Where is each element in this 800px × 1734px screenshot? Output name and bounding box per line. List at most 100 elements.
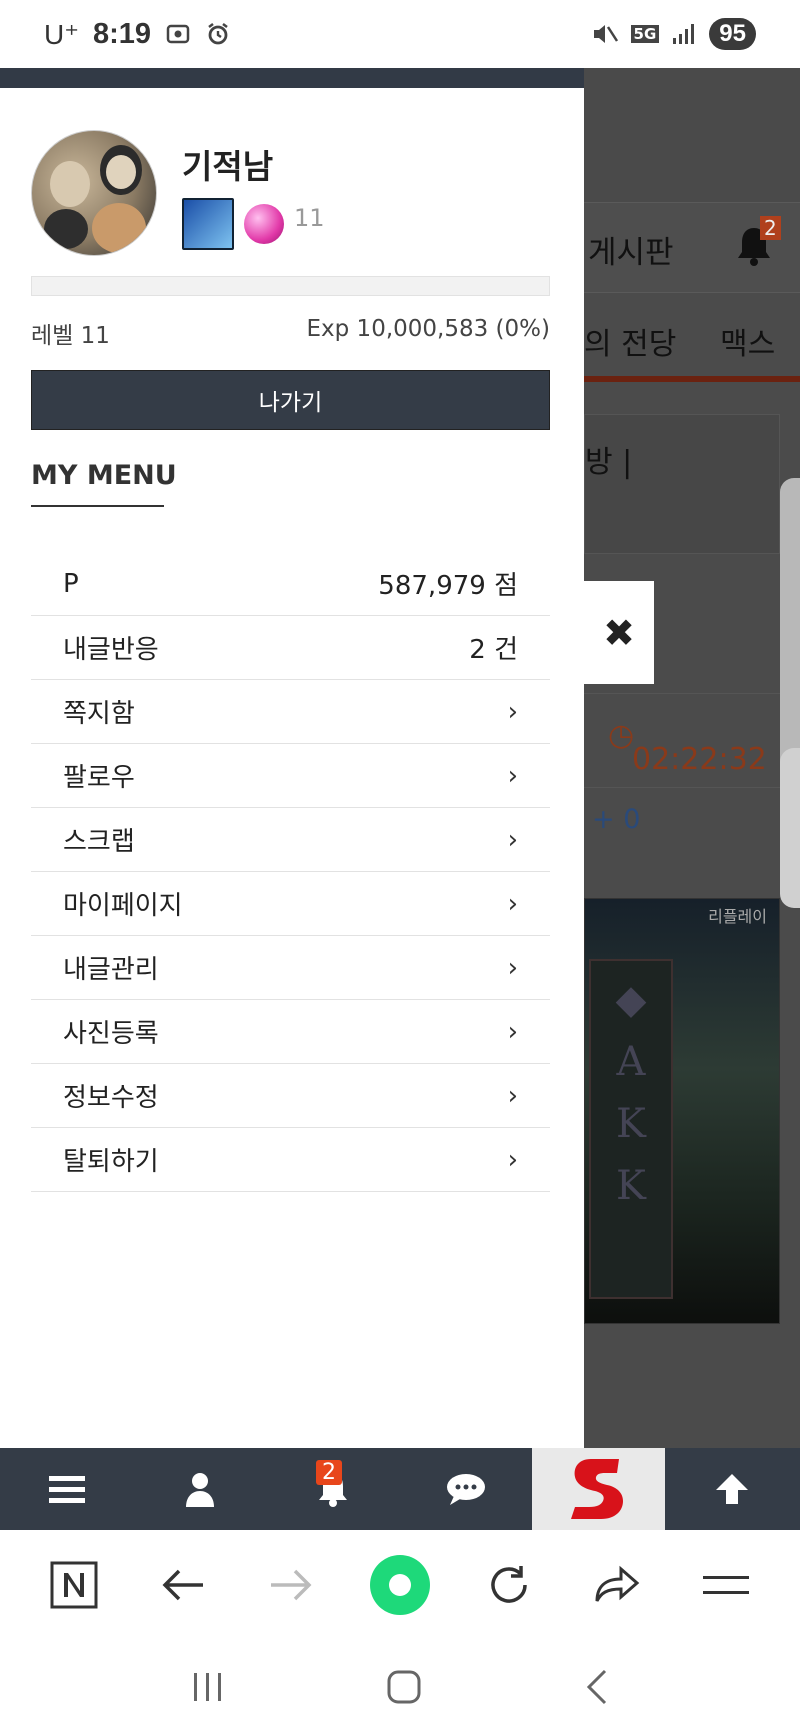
timer-text: ◷ 02:22:32 <box>608 718 767 777</box>
menu-item-my-posts[interactable]: 내글관리 › <box>31 936 550 1000</box>
site-logo-button[interactable] <box>532 1448 665 1530</box>
chevron-right-icon: › <box>507 1144 518 1175</box>
status-bar: U⁺ 8:19 5G 95 <box>0 0 800 68</box>
plus-count: + 0 <box>592 804 641 835</box>
arrow-right-icon <box>271 1569 312 1601</box>
background-timer-row: ◷ 02:22:32 <box>584 693 800 788</box>
replay-label: 리플레이 <box>708 907 767 926</box>
tab-hall: 의 전당 <box>584 327 677 362</box>
level-gem-icon <box>244 204 284 244</box>
background-box-text: 방 | <box>585 445 633 480</box>
chat-button[interactable] <box>399 1448 532 1530</box>
chevron-right-icon: › <box>507 952 518 983</box>
avatar[interactable] <box>31 130 157 256</box>
back-icon[interactable] <box>583 1669 609 1705</box>
share-button[interactable] <box>582 1550 652 1620</box>
background-box: 방 | <box>584 414 780 554</box>
chevron-right-icon: › <box>507 1080 518 1111</box>
naver-n-icon <box>50 1561 98 1609</box>
green-circle-icon <box>369 1555 430 1615</box>
level-badge-number: 11 <box>294 204 325 232</box>
home-icon[interactable] <box>386 1669 422 1705</box>
drawer-topbar <box>0 68 584 88</box>
menu-item-messages[interactable]: 쪽지함 › <box>31 680 550 744</box>
mute-icon <box>593 25 618 43</box>
network-label: 5G <box>630 25 660 43</box>
slot-symbol: A <box>616 1039 646 1085</box>
menu-item-scrap[interactable]: 스크랩 › <box>31 808 550 872</box>
signal-icon <box>673 24 695 44</box>
menu-item-value: 2 건 <box>469 635 518 665</box>
chevron-right-icon: › <box>507 888 518 919</box>
s-logo-icon <box>570 1459 623 1519</box>
slot-symbol: K <box>616 1101 646 1147</box>
alarm-icon <box>208 23 228 45</box>
bottom-nav: 2 <box>0 1448 800 1530</box>
forward-button[interactable] <box>256 1550 326 1620</box>
browser-menu-button[interactable] <box>691 1550 761 1620</box>
menu-item-label: 스크랩 <box>63 827 135 857</box>
menu-item-mypage[interactable]: 마이페이지 › <box>31 872 550 936</box>
menu-item-follow[interactable]: 팔로우 › <box>31 744 550 808</box>
menu-item-withdraw[interactable]: 탈퇴하기 › <box>31 1128 550 1192</box>
menu-item-label: 내글관리 <box>63 955 159 985</box>
menu-button[interactable] <box>0 1448 133 1530</box>
slot-symbol: K <box>616 1163 646 1209</box>
exp-label: Exp 10,000,583 (0%) <box>306 316 551 342</box>
battery-indicator: 95 <box>709 18 756 50</box>
my-menu-list: P 587,979 점 내글반응 2 건 쪽지함 › 팔로우 › 스크랩 › 마… <box>31 552 550 1192</box>
menu-item-edit-info[interactable]: 정보수정 › <box>31 1064 550 1128</box>
side-drawer: 기적남 11 레벨 11 Exp 10,000,583 (0%) 나가기 MY … <box>0 68 584 1448</box>
notification-button[interactable]: 2 <box>266 1448 399 1530</box>
scroll-handle-secondary[interactable] <box>780 748 800 908</box>
browser-toolbar <box>0 1530 800 1640</box>
menu-item-value: 587,979 점 <box>378 571 518 601</box>
arrow-up-icon <box>715 1474 748 1504</box>
exp-progress-bar <box>31 276 550 296</box>
chevron-right-icon: › <box>507 696 518 727</box>
menu-item-points[interactable]: P 587,979 점 <box>31 552 550 616</box>
slot-game-image: 리플레이 ◆ A K K <box>584 898 780 1324</box>
naver-home-button[interactable] <box>39 1550 109 1620</box>
menu-item-label: 탈퇴하기 <box>63 1147 159 1177</box>
tab-max: 맥스 <box>720 327 776 362</box>
recent-apps-icon[interactable] <box>191 1671 225 1703</box>
scroll-top-button[interactable] <box>665 1448 798 1530</box>
my-menu-title: MY MENU <box>31 460 177 507</box>
menu-item-label: 마이페이지 <box>63 891 183 921</box>
level-label: 레벨 11 <box>31 323 110 349</box>
menu-item-reactions[interactable]: 내글반응 2 건 <box>31 616 550 680</box>
chat-icon <box>446 1474 485 1505</box>
menu-item-label: 팔로우 <box>63 763 135 793</box>
hamburger-icon <box>48 1476 85 1503</box>
menu-item-label: P <box>63 568 79 599</box>
system-navigation <box>0 1640 800 1734</box>
menu-item-label: 쪽지함 <box>63 699 135 729</box>
menu-item-label: 내글반응 <box>63 635 159 665</box>
menu-item-label: 정보수정 <box>63 1083 159 1113</box>
rank-badge-icon <box>182 198 234 250</box>
close-icon: ✖ <box>603 610 635 655</box>
slot-symbol: ◆ <box>615 977 647 1023</box>
background-notification-count: 2 <box>760 216 781 240</box>
close-drawer-button[interactable]: ✖ <box>584 581 654 684</box>
reload-icon <box>490 1566 527 1603</box>
screenshot-icon <box>166 24 190 44</box>
background-page: 게시판 2 의 전당 맥스 방 | ◷ 02:22:32 + 0 리플레이 ◆ … <box>584 68 800 1448</box>
clock: 8:19 <box>93 17 152 50</box>
reload-button[interactable] <box>474 1550 544 1620</box>
background-header <box>584 68 800 202</box>
chevron-right-icon: › <box>507 760 518 791</box>
background-tabs: 의 전당 맥스 <box>584 292 800 382</box>
back-button[interactable] <box>148 1550 218 1620</box>
hamburger-icon <box>702 1576 749 1594</box>
slot-column: ◆ A K K <box>589 959 673 1299</box>
user-button[interactable] <box>133 1448 266 1530</box>
notification-badge: 2 <box>316 1460 342 1485</box>
menu-item-photo-upload[interactable]: 사진등록 › <box>31 1000 550 1064</box>
green-home-button[interactable] <box>365 1550 435 1620</box>
bell-icon: 2 <box>734 216 781 268</box>
user-icon <box>185 1473 214 1507</box>
username: 기적남 <box>182 147 274 186</box>
logout-button[interactable]: 나가기 <box>31 370 550 430</box>
